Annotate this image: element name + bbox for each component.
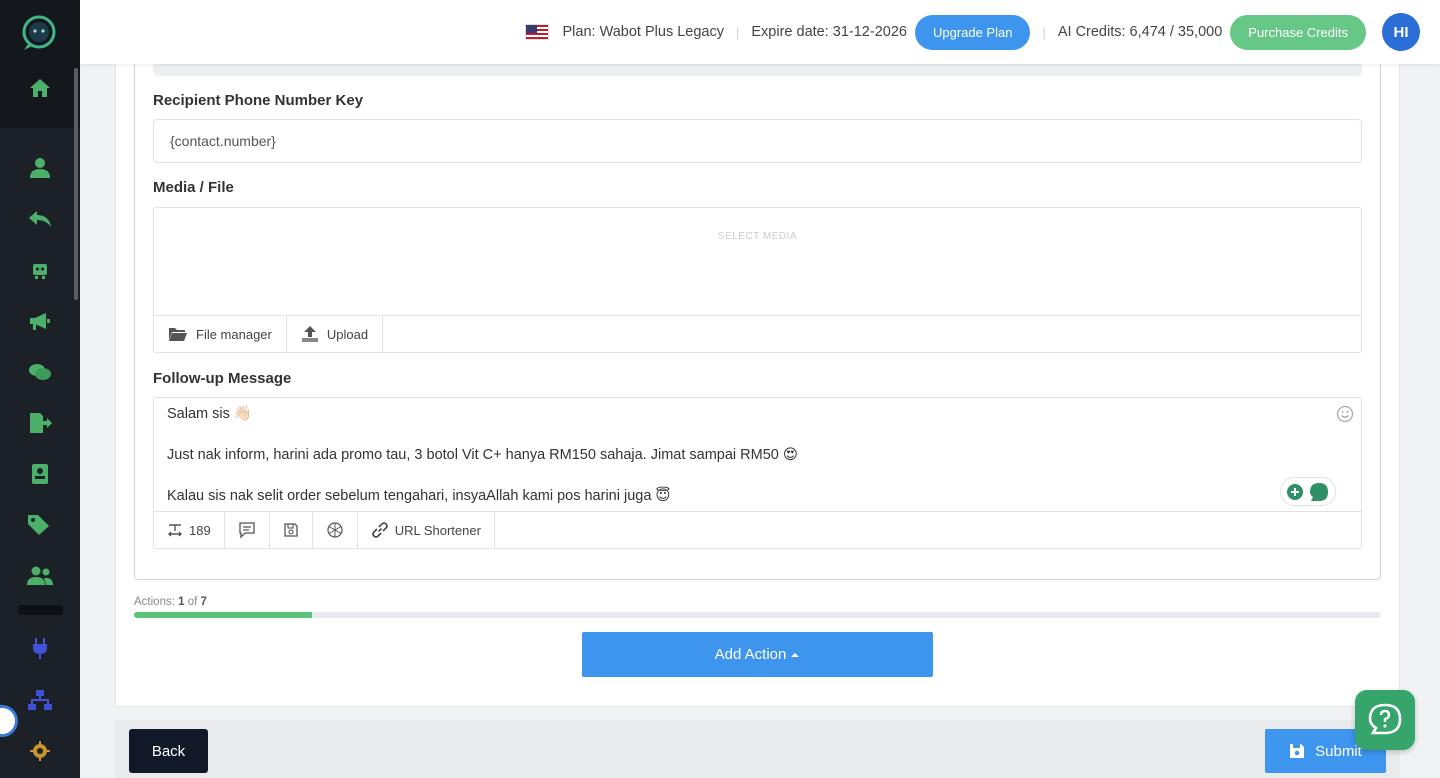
media-label: Media / File: [153, 179, 234, 196]
collapsed-section: [153, 62, 1362, 76]
char-count: 189: [154, 512, 225, 548]
upload-button[interactable]: Upload: [287, 316, 384, 352]
back-button[interactable]: Back: [129, 729, 208, 773]
file-manager-label: File manager: [196, 326, 272, 342]
app-logo[interactable]: [18, 14, 60, 52]
recipient-phone-input[interactable]: {contact.number}: [153, 119, 1362, 163]
media-dropzone[interactable]: SELECT MEDIA File manager Upload: [153, 207, 1362, 353]
actions-progress-fill: [134, 612, 313, 618]
help-chat-button[interactable]: [1355, 690, 1415, 750]
upload-label: Upload: [326, 326, 369, 342]
recipient-label: Recipient Phone Number Key: [153, 92, 364, 109]
export-icon[interactable]: [26, 409, 54, 437]
contact-card-icon[interactable]: [26, 460, 54, 488]
media-toolbar: File manager Upload: [154, 315, 1361, 352]
save-icon: [284, 523, 298, 537]
header-separator: |: [1042, 24, 1046, 40]
message-line: [167, 466, 798, 487]
sidebar: [0, 0, 80, 778]
question-chat-icon: [1368, 703, 1402, 735]
openai-icon: [327, 522, 343, 538]
expire-date-label: Expire date: 31-12-2026: [751, 24, 907, 40]
plan-label: Plan: Wabot Plus Legacy: [562, 24, 724, 40]
actions-current: 1: [178, 596, 185, 608]
actions-of: of: [187, 596, 198, 608]
actions-total: 7: [200, 596, 207, 608]
ai-assist-button[interactable]: [313, 512, 358, 548]
template-button[interactable]: [225, 512, 270, 548]
plug-icon[interactable]: [26, 634, 54, 662]
message-toolbar: 189 URL Shortener: [154, 511, 1361, 548]
user-icon[interactable]: [26, 154, 54, 182]
text-size-icon: [168, 524, 182, 537]
reply-icon[interactable]: [26, 205, 54, 233]
header-separator: |: [735, 24, 740, 40]
save-icon: [1290, 744, 1305, 758]
message-line: [167, 425, 798, 446]
footer-bar: [115, 720, 1400, 778]
grammar-tools[interactable]: [1280, 477, 1336, 506]
top-header: Plan: Wabot Plus Legacy | Expire date: 3…: [80, 0, 1440, 64]
message-line: Salam sis 👋🏻: [167, 406, 252, 422]
actions-progress-bar: [134, 612, 1381, 618]
ai-credits-label: AI Credits: 6,474 / 35,000: [1057, 24, 1223, 40]
comment-icon: [239, 522, 255, 539]
sidebar-scrollbar[interactable]: [74, 68, 78, 300]
purchase-credits-button[interactable]: Purchase Credits: [1230, 14, 1366, 50]
sidebar-divider: [18, 605, 63, 615]
url-shortener-label: URL Shortener: [394, 522, 481, 538]
actions-prefix: Actions:: [134, 596, 175, 608]
gear-icon[interactable]: [26, 737, 54, 765]
caret-up-icon: [791, 652, 800, 657]
followup-label: Follow-up Message: [153, 370, 292, 387]
sitemap-icon[interactable]: [26, 686, 54, 714]
url-shortener-button[interactable]: URL Shortener: [358, 512, 495, 548]
users-icon[interactable]: [26, 562, 54, 590]
add-icon[interactable]: [1286, 483, 1304, 501]
chat-icon[interactable]: [26, 358, 54, 386]
message-line: Just nak inform, harini ada promo tau, 3…: [167, 447, 799, 463]
upgrade-plan-button[interactable]: Upgrade Plan: [914, 14, 1031, 50]
folder-icon: [169, 328, 187, 341]
message-line: Kalau sis nak selit order sebelum tengah…: [167, 488, 671, 504]
add-action-label: Add Action: [714, 646, 787, 663]
followup-message-editor[interactable]: Salam sis 👋🏻 Just nak inform, harini ada…: [153, 397, 1362, 549]
upload-icon: [301, 326, 318, 342]
actions-counter: Actions: 1 of 7: [134, 596, 207, 608]
emoji-picker-icon[interactable]: [1336, 405, 1354, 423]
robot-icon[interactable]: [26, 256, 54, 284]
tags-icon[interactable]: [26, 511, 54, 539]
file-manager-button[interactable]: File manager: [154, 316, 287, 352]
megaphone-icon[interactable]: [26, 307, 54, 335]
char-count-value: 189: [189, 522, 211, 538]
link-icon: [371, 522, 388, 538]
home-icon[interactable]: [26, 74, 54, 102]
us-flag-icon: [524, 24, 549, 40]
whatsapp-icon[interactable]: [1308, 481, 1330, 503]
message-text[interactable]: Salam sis 👋🏻 Just nak inform, harini ada…: [167, 404, 798, 507]
add-action-button[interactable]: Add Action: [582, 632, 933, 677]
media-placeholder: SELECT MEDIA: [717, 231, 798, 242]
save-draft-button[interactable]: [270, 512, 313, 548]
avatar[interactable]: HI: [1382, 13, 1420, 51]
submit-label: Submit: [1315, 742, 1362, 760]
notification-badge[interactable]: [0, 705, 18, 737]
